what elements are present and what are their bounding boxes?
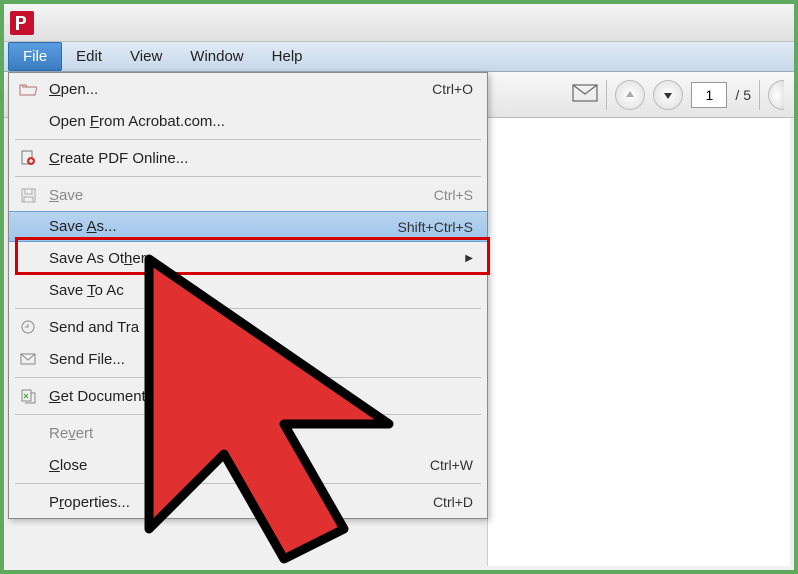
menu-save-shortcut: Ctrl+S [434,187,473,203]
page-total-label: / 5 [735,87,751,103]
menu-view[interactable]: View [116,42,176,71]
menu-open-shortcut: Ctrl+O [432,81,473,97]
menu-help[interactable]: Help [258,42,317,71]
menu-open-from-label: Open From Acrobat.com... [49,113,473,130]
folder-open-icon [17,79,39,99]
menu-save-to-label: Save To Ac [49,282,473,299]
menu-get-documents[interactable]: Get Documents [9,380,487,412]
adobe-reader-icon [10,11,34,35]
menubar: File Edit View Window Help [4,42,794,72]
menu-close[interactable]: Close Ctrl+W [9,449,487,481]
get-documents-icon [17,386,39,406]
menu-edit[interactable]: Edit [62,42,116,71]
envelope-icon[interactable] [572,84,598,105]
menu-save-as-other-label: Save As Other... [49,250,459,267]
file-menu-dropdown: Open... Ctrl+O Open From Acrobat.com... … [8,72,488,519]
menu-send-file-label: Send File... [49,351,473,368]
menu-send-file[interactable]: Send File... [9,343,487,375]
envelope-small-icon [17,349,39,369]
menu-file[interactable]: File [8,42,62,71]
menu-save: Save Ctrl+S [9,179,487,211]
menu-create-pdf-label: Create PDF Online... [49,150,473,167]
menu-window[interactable]: Window [176,42,257,71]
menu-revert: Revert [9,417,487,449]
menu-send-track-label: Send and Tra [49,319,473,336]
page-up-button[interactable] [615,80,645,110]
menu-properties-label: Properties... [49,494,433,511]
menu-save-as-label: Save As... [49,218,398,235]
menu-save-as-shortcut: Shift+Ctrl+S [398,219,473,235]
menu-open-label: Open... [49,81,432,98]
menu-save-label: Save [49,187,434,204]
toolbar-right-button[interactable] [768,80,784,110]
document-viewport [487,118,790,566]
menu-properties-shortcut: Ctrl+D [433,494,473,510]
menu-save-as-other[interactable]: Save As Other... ▶ [9,242,487,274]
create-pdf-icon [17,148,39,168]
menu-get-docs-label: Get Documents [49,388,473,405]
menu-close-label: Close [49,457,430,474]
page-down-button[interactable] [653,80,683,110]
menu-create-pdf-online[interactable]: Create PDF Online... [9,142,487,174]
menu-save-as[interactable]: Save As... Shift+Ctrl+S [9,211,487,242]
page-number-input[interactable] [691,82,727,108]
menu-open[interactable]: Open... Ctrl+O [9,73,487,105]
menu-save-to-acrobat[interactable]: Save To Ac [9,274,487,306]
save-icon [17,185,39,205]
submenu-arrow-icon: ▶ [465,253,473,264]
menu-open-from-acrobat[interactable]: Open From Acrobat.com... [9,105,487,137]
menu-send-and-track[interactable]: Send and Tra [9,311,487,343]
send-track-icon [17,317,39,337]
menu-properties[interactable]: Properties... Ctrl+D [9,486,487,518]
menu-revert-label: Revert [49,425,473,442]
titlebar [4,4,794,42]
menu-close-shortcut: Ctrl+W [430,457,473,473]
